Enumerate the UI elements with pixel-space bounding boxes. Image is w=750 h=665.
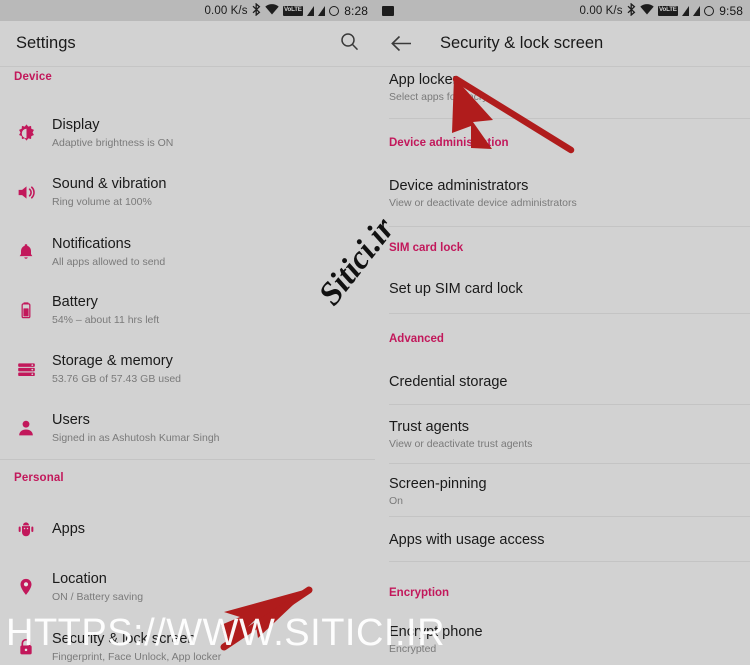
alarm-icon: [329, 5, 340, 16]
section-header-encryption: Encryption: [389, 587, 450, 599]
security-row-encrypt-phone[interactable]: Encrypt phone Encrypted: [389, 624, 750, 664]
wifi-icon: [639, 3, 654, 18]
row-title: Device administrators: [389, 178, 529, 194]
row-title: Sound & vibration: [52, 176, 167, 193]
settings-row-security-lock-screen[interactable]: Security & lock screen Fingerprint, Face…: [0, 622, 375, 665]
clock-left: 8:28: [344, 3, 368, 18]
row-subtitle: Fingerprint, Face Unlock, App locker: [52, 650, 222, 663]
storage-icon: [0, 359, 52, 380]
row-title: Storage & memory: [52, 353, 173, 370]
row-subtitle: ON / Battery saving: [52, 590, 144, 603]
security-row-apps-with-usage-access[interactable]: Apps with usage access: [389, 532, 750, 556]
row-subtitle: On: [389, 495, 404, 508]
right-app-bar: Security & lock screen: [375, 21, 750, 67]
row-divider: [389, 561, 750, 562]
row-title: Location: [52, 571, 107, 588]
volte-icon: VoLTE: [657, 5, 679, 16]
volume-icon: [0, 182, 52, 203]
settings-row-sound-vibration[interactable]: Sound & vibration Ring volume at 100%: [0, 165, 375, 219]
row-title: Security & lock screen: [52, 631, 196, 648]
row-subtitle: Ring volume at 100%: [52, 195, 152, 208]
row-divider: [389, 463, 750, 464]
section-header-device-administration: Device administration: [389, 137, 509, 149]
network-speed-left: 0.00 K/s: [204, 4, 248, 17]
section-header-device: Device: [14, 71, 52, 83]
left-status-bar: 0.00 K/s VoLTE 8:28: [0, 0, 375, 21]
brightness-icon: [0, 123, 52, 144]
row-subtitle: 53.76 GB of 57.43 GB used: [52, 372, 182, 385]
row-subtitle: View or deactivate trust agents: [389, 438, 533, 451]
section-divider: [0, 459, 375, 460]
section-header-personal: Personal: [14, 472, 64, 484]
row-subtitle: Select apps for encry: [389, 91, 488, 104]
row-title: Encrypt phone: [389, 624, 483, 640]
row-subtitle: All apps allowed to send: [52, 255, 166, 268]
row-title: Set up SIM card lock: [389, 281, 523, 297]
row-subtitle: Signed in as Ashutosh Kumar Singh: [52, 431, 220, 444]
section-header-advanced: Advanced: [389, 333, 444, 345]
row-title: Battery: [52, 294, 98, 311]
clock-right: 9:58: [719, 3, 743, 18]
location-pin-icon: [0, 577, 52, 597]
security-row-screen-pinning[interactable]: Screen-pinning On: [389, 476, 750, 516]
signal-icon: [682, 5, 690, 16]
security-row-device-administrators[interactable]: Device administrators View or deactivate…: [389, 178, 750, 218]
row-title: Apps with usage access: [389, 532, 545, 548]
security-row-app-locker[interactable]: App locker Select apps for encry: [389, 72, 750, 112]
volte-icon: VoLTE: [282, 5, 304, 16]
back-arrow-icon[interactable]: [391, 35, 412, 52]
security-row-credential-storage[interactable]: Credential storage: [389, 374, 750, 398]
row-subtitle: View or deactivate device administrators: [389, 197, 577, 210]
settings-row-display[interactable]: Display Adaptive brightness is ON: [0, 106, 375, 160]
bell-icon: [0, 242, 52, 262]
dual-screenshot: 0.00 K/s VoLTE 8:28 Settings Device Disp…: [0, 0, 750, 665]
row-divider: [389, 118, 750, 119]
section-header-sim-card-lock: SIM card lock: [389, 242, 464, 254]
signal-icon: [693, 5, 701, 16]
bluetooth-icon: [627, 2, 636, 19]
row-title: Notifications: [52, 236, 131, 253]
left-app-bar: Settings: [0, 21, 375, 67]
row-title: Users: [52, 412, 90, 429]
screenshot-icon: [382, 5, 394, 16]
security-row-trust-agents[interactable]: Trust agents View or deactivate trust ag…: [389, 419, 750, 459]
row-title: App locker: [389, 72, 458, 88]
network-speed-right: 0.00 K/s: [579, 4, 623, 17]
row-title: Screen-pinning: [389, 476, 487, 492]
battery-icon: [0, 300, 52, 320]
right-status-bar: 0.00 K/s VoLTE 9:58: [375, 0, 750, 21]
row-divider: [389, 404, 750, 405]
row-title: Trust agents: [389, 419, 470, 435]
signal-icon: [318, 5, 326, 16]
page-title: Settings: [16, 34, 76, 52]
security-row-set-up-sim-card-lock[interactable]: Set up SIM card lock: [389, 281, 750, 305]
row-divider: [389, 226, 750, 227]
row-title: Display: [52, 117, 100, 134]
android-bug-icon: [0, 519, 52, 539]
row-subtitle: Adaptive brightness is ON: [52, 136, 174, 149]
alarm-icon: [704, 5, 715, 16]
settings-row-users[interactable]: Users Signed in as Ashutosh Kumar Singh: [0, 401, 375, 455]
bluetooth-icon: [252, 2, 261, 19]
settings-row-battery[interactable]: Battery 54% – about 11 hrs left: [0, 283, 375, 337]
row-divider: [389, 516, 750, 517]
row-title: Credential storage: [389, 374, 508, 390]
settings-row-storage-memory[interactable]: Storage & memory 53.76 GB of 57.43 GB us…: [0, 342, 375, 396]
settings-row-location[interactable]: Location ON / Battery saving: [0, 562, 375, 612]
lock-icon: [0, 637, 52, 657]
row-subtitle: Encrypted: [389, 643, 437, 656]
signal-icon: [307, 5, 315, 16]
row-title: Apps: [52, 520, 86, 537]
row-divider: [389, 313, 750, 314]
settings-row-apps[interactable]: Apps: [0, 513, 375, 545]
settings-row-notifications[interactable]: Notifications All apps allowed to send: [0, 225, 375, 279]
search-icon[interactable]: [340, 32, 359, 56]
row-subtitle: 54% – about 11 hrs left: [52, 313, 160, 326]
page-title: Security & lock screen: [440, 34, 604, 52]
wifi-icon: [264, 3, 279, 18]
right-phone-screen: 0.00 K/s VoLTE 9:58 Security & lock scre…: [375, 0, 750, 665]
person-icon: [0, 418, 52, 438]
left-phone-screen: 0.00 K/s VoLTE 8:28 Settings Device Disp…: [0, 0, 375, 665]
